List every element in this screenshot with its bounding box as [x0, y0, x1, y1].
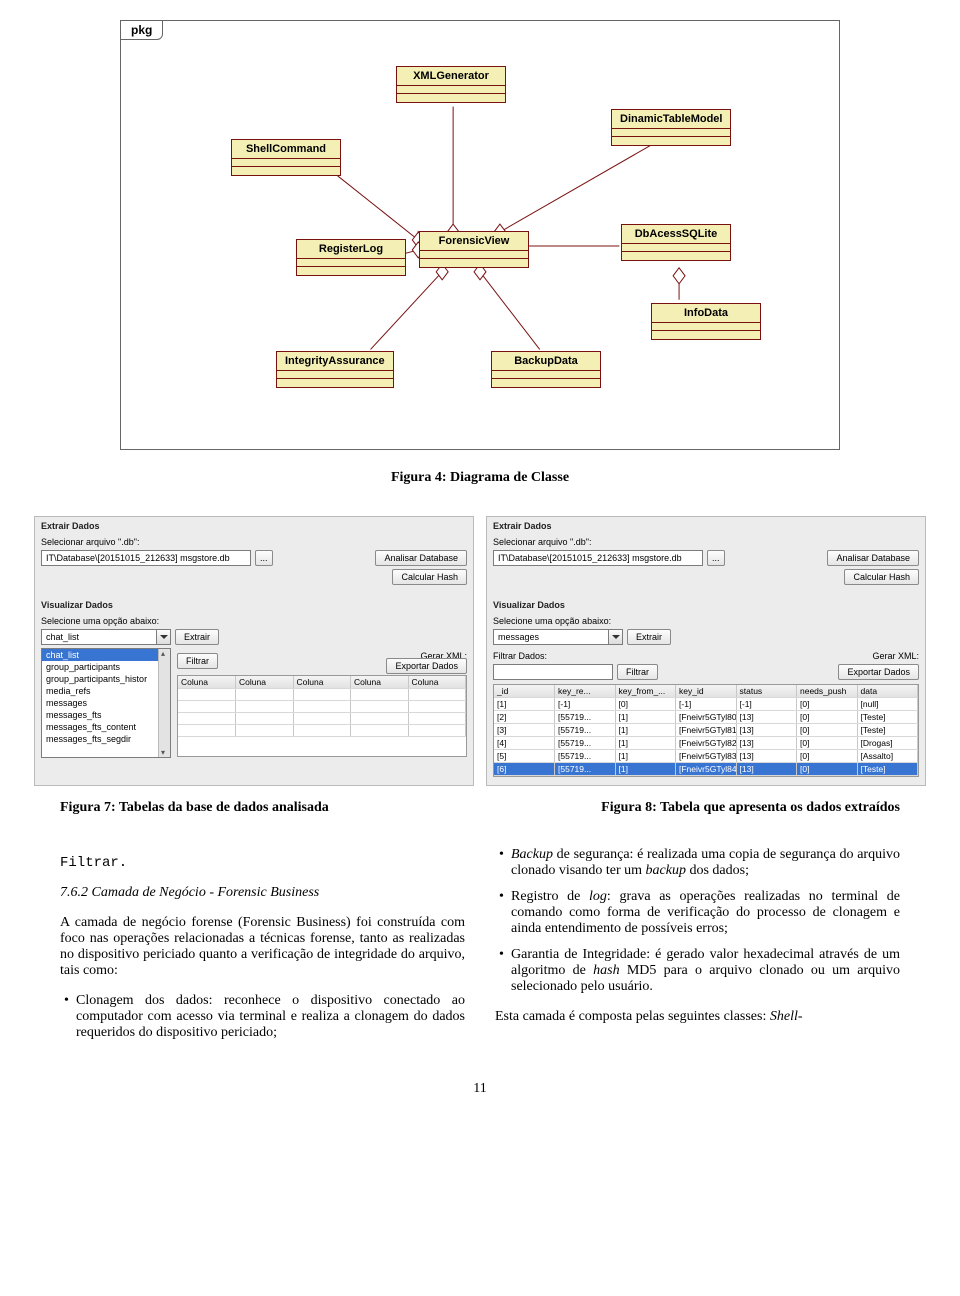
empty-grid[interactable]: ColunaColunaColunaColunaColuna	[177, 675, 467, 757]
export-button[interactable]: Exportar Dados	[386, 658, 467, 674]
class-dinamictablemodel: DinamicTableModel	[611, 109, 731, 146]
extract-group-label: Extrair Dados	[35, 517, 473, 533]
list-item[interactable]: messages	[42, 697, 170, 709]
table-row[interactable]: [2][55719...[1][Fneivr5GTyl80][13][0][Te…	[494, 711, 918, 724]
hash-button[interactable]: Calcular Hash	[392, 569, 467, 585]
tables-combo[interactable]: chat_list	[41, 629, 171, 645]
list-item[interactable]: group_participants	[42, 661, 170, 673]
class-infodata: InfoData	[651, 303, 761, 340]
figure4-caption: Figura 4: Diagrama de Classe	[60, 470, 900, 486]
class-xmlgenerator: XMLGenerator	[396, 66, 506, 103]
class-shellcommand: ShellCommand	[231, 139, 341, 176]
list-item[interactable]: messages_fts	[42, 709, 170, 721]
scrollbar[interactable]	[158, 649, 170, 757]
list-item[interactable]: group_participants_histor	[42, 673, 170, 685]
tables-listbox[interactable]: chat_listgroup_participantsgroup_partici…	[41, 648, 171, 758]
chevron-down-icon	[608, 630, 622, 644]
uml-diagram: pkg	[120, 20, 840, 450]
filter-button[interactable]: Filtrar	[617, 664, 658, 680]
page-number: 11	[60, 1081, 900, 1097]
class-forensicview: ForensicView	[419, 231, 529, 268]
left-column: Filtrar. 7.6.2 Camada de Negócio - Foren…	[60, 841, 465, 1051]
data-grid[interactable]: _idkey_re...key_from_...key_idstatusneed…	[493, 684, 919, 777]
class-registerlog: RegisterLog	[296, 239, 406, 276]
table-row[interactable]: [5][55719...[1][Fneivr5GTyl83][13][0][As…	[494, 750, 918, 763]
extract-button[interactable]: Extrair	[627, 629, 671, 645]
screenshot-right: Extrair Dados Selecionar arquivo ".db": …	[486, 516, 926, 786]
db-path-input[interactable]	[493, 550, 703, 566]
list-item[interactable]: messages_fts_content	[42, 721, 170, 733]
class-integrityassurance: IntegrityAssurance	[276, 351, 394, 388]
hash-button[interactable]: Calcular Hash	[844, 569, 919, 585]
table-row[interactable]: [3][55719...[1][Fneivr5GTyl81][13][0][Te…	[494, 724, 918, 737]
tables-combo[interactable]: messages	[493, 629, 623, 645]
filter-input[interactable]	[493, 664, 613, 680]
figure8-caption: Figura 8: Tabela que apresenta os dados …	[601, 800, 900, 816]
browse-button[interactable]: ...	[255, 550, 273, 566]
analyze-button[interactable]: Analisar Database	[375, 550, 467, 566]
browse-button[interactable]: ...	[707, 550, 725, 566]
analyze-button[interactable]: Analisar Database	[827, 550, 919, 566]
figure7-caption: Figura 7: Tabelas da base de dados anali…	[60, 800, 329, 816]
extract-button[interactable]: Extrair	[175, 629, 219, 645]
screenshot-left: Extrair Dados Selecionar arquivo ".db": …	[34, 516, 474, 786]
class-backupdata: BackupData	[491, 351, 601, 388]
class-dbacesssqlite: DbAcessSQLite	[621, 224, 731, 261]
filter-button[interactable]: Filtrar	[177, 653, 218, 669]
chevron-down-icon	[156, 630, 170, 644]
right-column: Backup de segurança: é realizada uma cop…	[495, 841, 900, 1051]
list-item[interactable]: messages_fts_segdir	[42, 733, 170, 745]
export-button[interactable]: Exportar Dados	[838, 664, 919, 680]
table-row[interactable]: [6][55719...[1][Fneivr5GTyl84][13][0][Te…	[494, 763, 918, 776]
table-row[interactable]: [4][55719...[1][Fneivr5GTyl82][13][0][Dr…	[494, 737, 918, 750]
pkg-tab: pkg	[120, 20, 163, 40]
db-path-input[interactable]	[41, 550, 251, 566]
section-heading: 7.6.2 Camada de Negócio - Forensic Busin…	[60, 885, 465, 901]
table-row[interactable]: [1][-1][0][-1][-1][0][null]	[494, 698, 918, 711]
visualize-group-label: Visualizar Dados	[35, 596, 473, 612]
list-item[interactable]: media_refs	[42, 685, 170, 697]
list-item[interactable]: chat_list	[42, 649, 170, 661]
